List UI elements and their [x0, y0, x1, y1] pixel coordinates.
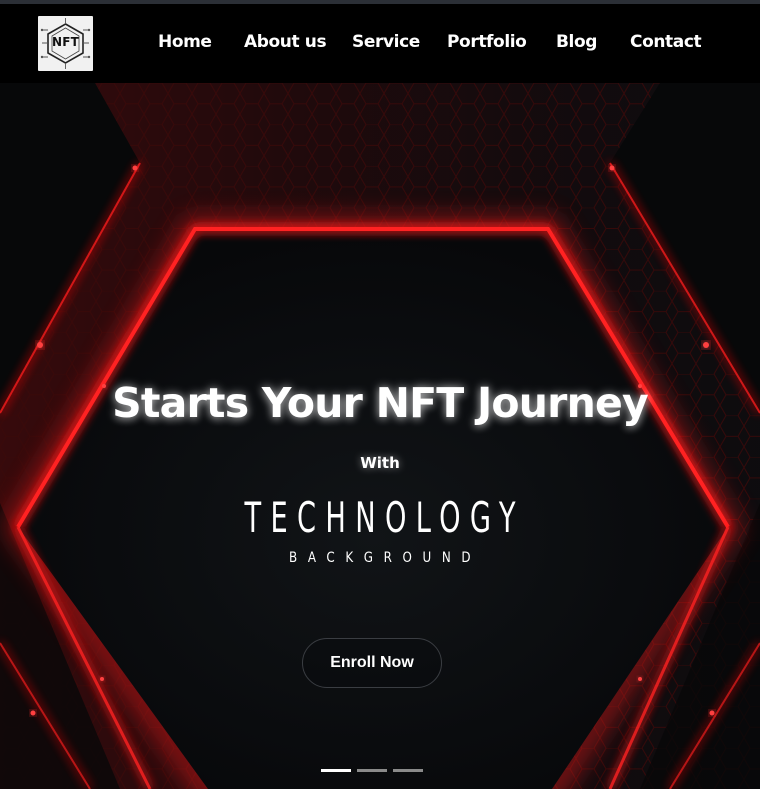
- nft-logo[interactable]: NFT: [38, 16, 93, 71]
- nav-blog[interactable]: Blog: [556, 32, 597, 52]
- hero-headline: Starts Your NFT Journey: [112, 379, 649, 427]
- logo-text: NFT: [51, 35, 80, 49]
- nav-about-us[interactable]: About us: [244, 32, 327, 52]
- navbar: NFT Home About us Service Portfolio Blog…: [0, 4, 760, 83]
- nav-portfolio[interactable]: Portfolio: [447, 32, 527, 52]
- nav-service[interactable]: Service: [352, 32, 420, 52]
- hero-section: Starts Your NFT Journey With TECHNOLOGY …: [0, 83, 760, 789]
- brand-word: TECHNOLOGY: [244, 493, 525, 542]
- enroll-now-button[interactable]: Enroll Now: [302, 638, 442, 688]
- carousel-indicator-3[interactable]: [393, 769, 423, 772]
- nav-home[interactable]: Home: [158, 32, 212, 52]
- hero-subheading: With: [360, 454, 400, 472]
- carousel-indicator-2[interactable]: [357, 769, 387, 772]
- carousel-indicators: [321, 769, 431, 773]
- carousel-indicator-1[interactable]: [321, 769, 351, 772]
- nav-contact[interactable]: Contact: [630, 32, 702, 52]
- brand-subword: BACKGROUND: [289, 550, 482, 566]
